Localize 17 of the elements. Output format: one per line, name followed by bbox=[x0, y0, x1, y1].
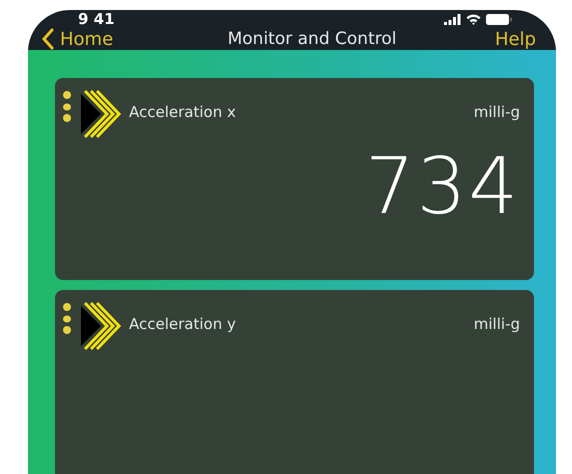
drag-handle-icon[interactable] bbox=[63, 302, 71, 336]
chevron-logo-icon bbox=[79, 88, 121, 140]
screen-title: Monitor and Control bbox=[228, 29, 396, 49]
sensor-unit: milli-g bbox=[474, 315, 520, 333]
signal-icon bbox=[444, 14, 461, 24]
status-time: 9 41 bbox=[78, 10, 115, 28]
chevron-left-icon bbox=[42, 28, 54, 50]
sensor-name: Acceleration y bbox=[129, 315, 237, 333]
sensor-unit: milli-g bbox=[474, 103, 520, 121]
battery-icon bbox=[486, 14, 512, 24]
wifi-icon bbox=[466, 14, 481, 24]
help-button[interactable]: Help bbox=[494, 28, 536, 50]
sensor-name: Acceleration x bbox=[129, 103, 237, 121]
drag-handle-icon[interactable] bbox=[63, 90, 71, 124]
chevron-logo-icon bbox=[79, 300, 121, 352]
back-button[interactable]: Home bbox=[42, 28, 114, 50]
sensor-value: 734 bbox=[365, 148, 520, 226]
